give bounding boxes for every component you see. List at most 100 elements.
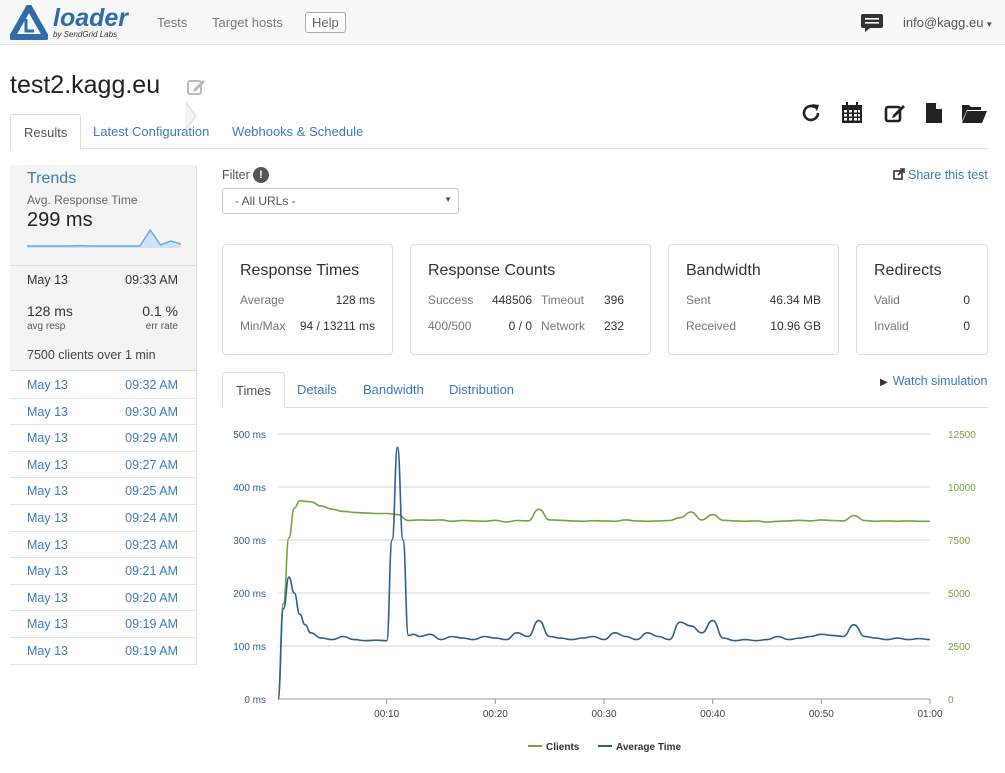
run-list-item[interactable]: May 13 09:20 AM (10, 585, 196, 612)
response-times-card: Response Times Average 128 ms Min/Max 94… (222, 244, 393, 355)
clients-summary: 7500 clients over 1 min (27, 348, 156, 362)
trends-panel: Trends Avg. Response Time 299 ms (10, 165, 196, 265)
redirects-title: Redirects (874, 262, 942, 279)
caret-down-icon: ▼ (985, 20, 994, 29)
y-left-tick-label: 300 ms (233, 536, 266, 547)
selected-run[interactable]: May 13 09:33 AM 128 ms avg resp 0.1 % er… (10, 265, 196, 371)
run-time: 09:30 AM (125, 404, 178, 419)
user-email: info@kagg.eu (903, 15, 984, 30)
run-time: 09:20 AM (125, 590, 178, 605)
run-date: May 13 (27, 431, 68, 446)
tab-times[interactable]: Times (222, 372, 285, 408)
watch-simulation-label: Watch simulation (892, 374, 988, 388)
legend-label: Clients (546, 742, 580, 753)
err-rate-label: err rate (145, 321, 178, 332)
received-label: Received (686, 319, 737, 333)
nav-tests[interactable]: Tests (157, 15, 187, 30)
trends-sparkline (27, 228, 181, 248)
user-menu[interactable]: info@kagg.eu ▼ (903, 15, 993, 30)
run-list-item[interactable]: May 13 09:21 AM (10, 558, 196, 585)
page-tabs: Results Latest Configuration Webhooks & … (10, 114, 988, 150)
edit-title-icon[interactable] (186, 77, 206, 97)
y-left-tick-label: 400 ms (233, 483, 266, 494)
filter-label: Filter (222, 168, 250, 182)
run-time: 09:27 AM (125, 457, 178, 472)
run-list-item[interactable]: May 13 09:24 AM (10, 505, 196, 532)
average-value: 128 ms (335, 293, 375, 307)
minmax-value: 94 / 13211 ms (299, 319, 375, 333)
url-filter-value: - All URLs - (235, 194, 296, 208)
page-title: test2.kagg.eu (10, 71, 161, 99)
share-icon (893, 168, 905, 180)
success-label: Success (428, 293, 474, 307)
help-button[interactable]: Help (305, 12, 346, 33)
tab-latest-configuration[interactable]: Latest Configuration (80, 114, 222, 149)
tab-bandwidth[interactable]: Bandwidth (350, 372, 437, 407)
valid-value: 0 (963, 293, 970, 307)
run-date: May 13 (27, 644, 68, 658)
invalid-label: Invalid (874, 319, 909, 333)
nav-target-hosts[interactable]: Target hosts (212, 15, 283, 30)
response-time-chart: 500 ms 400 ms 300 ms 200 ms 100 ms 0 ms 12500 1… (233, 430, 976, 753)
play-icon: ▶ (880, 377, 888, 388)
bandwidth-title: Bandwidth (686, 262, 761, 279)
run-time: 09:24 AM (125, 511, 178, 525)
run-date: May 13 (27, 484, 68, 499)
run-date: May 13 (27, 617, 68, 632)
watch-simulation-link[interactable]: ▶ Watch simulation (880, 374, 987, 388)
y-right-tick-label: 12500 (948, 430, 976, 441)
trends-metric-label: Avg. Response Time (27, 193, 138, 207)
y-right-tick-label: 5000 (948, 589, 971, 600)
run-time: 09:25 AM (125, 484, 178, 499)
sent-value: 46.34 MB (769, 293, 821, 307)
tab-webhooks-schedule[interactable]: Webhooks & Schedule (219, 114, 376, 149)
network-value: 232 (603, 319, 624, 333)
run-list-item[interactable]: May 13 09:19 AM (10, 611, 196, 638)
y-left-tick-label: 500 ms (233, 430, 266, 441)
x-tick-label: 00:50 (809, 709, 834, 720)
run-date: May 13 (27, 404, 68, 419)
run-date: May 13 (27, 564, 68, 579)
tab-results[interactable]: Results (10, 114, 82, 150)
trends-title[interactable]: Trends (27, 170, 76, 188)
valid-label: Valid (874, 293, 900, 307)
y-left-tick-label: 0 ms (244, 695, 266, 706)
logo[interactable]: loader by SendGrid Labs (10, 4, 130, 41)
logo-word: loader (53, 4, 129, 32)
y-right-tick-label: 7500 (948, 536, 971, 547)
url-filter-select[interactable]: - All URLs - ▼ (222, 188, 459, 214)
loader-logo-icon (10, 5, 48, 40)
response-times-title: Response Times (240, 262, 360, 279)
y-right-tick-label: 10000 (948, 483, 976, 494)
share-test-link[interactable]: Share this test (893, 168, 988, 182)
series-line-average-time (277, 446, 931, 700)
bandwidth-card: Bandwidth Sent 46.34 MB Received 10.96 G… (668, 244, 839, 355)
run-time: 09:19 AM (125, 617, 178, 632)
logo-subtitle: by SendGrid Labs (53, 30, 118, 39)
selected-run-pointer-fill (185, 103, 195, 129)
x-tick-label: 00:20 (483, 709, 508, 720)
chart-tabs: Times Details Bandwidth Distribution (222, 372, 988, 408)
run-list-item[interactable]: May 13 09:30 AM (10, 399, 196, 426)
run-list-item[interactable]: May 13 09:27 AM (10, 452, 196, 479)
run-time: 09:21 AM (125, 564, 178, 579)
status-400-500-label: 400/500 (428, 319, 472, 333)
select-caret-icon: ▼ (444, 195, 452, 204)
series-line-clients (277, 499, 930, 700)
info-icon[interactable]: ! (253, 167, 269, 183)
run-date: May 13 (27, 457, 68, 472)
tab-distribution[interactable]: Distribution (436, 372, 527, 407)
network-label: Network (541, 319, 586, 333)
tab-details[interactable]: Details (284, 372, 350, 407)
run-list-item[interactable]: May 13 09:23 AM (10, 532, 196, 559)
chat-icon[interactable] (860, 13, 884, 33)
run-list-item[interactable]: May 13 09:29 AM (10, 425, 196, 452)
selected-run-time: 09:33 AM (125, 273, 178, 287)
run-list-item[interactable]: May 13 09:32 AM (10, 372, 196, 399)
x-tick-label: 00:10 (374, 709, 399, 720)
run-list-item[interactable]: May 13 09:19 AM (10, 638, 196, 665)
run-list-item[interactable]: May 13 09:25 AM (10, 478, 196, 505)
err-rate-value: 0.1 % (142, 303, 178, 319)
y-left-tick-label: 200 ms (233, 589, 266, 600)
response-counts-title: Response Counts (428, 262, 556, 279)
